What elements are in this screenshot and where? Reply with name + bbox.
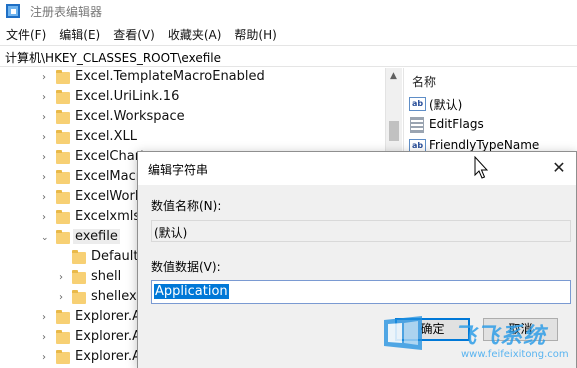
tree-item-label: shell: [91, 269, 122, 284]
chevron-right-icon[interactable]: ›: [42, 72, 50, 84]
address-bar[interactable]: 计算机\HKEY_CLASSES_ROOT\exefile: [0, 45, 577, 67]
binary-value-icon: [410, 117, 424, 133]
scroll-up-arrow-icon[interactable]: ▲: [390, 71, 397, 81]
tree-item-label: Excel.Workspace: [75, 109, 185, 124]
chevron-right-icon[interactable]: ›: [42, 152, 50, 164]
mouse-cursor-icon: [474, 156, 488, 179]
chevron-right-icon[interactable]: ›: [42, 212, 50, 224]
chevron-right-icon[interactable]: ›: [42, 352, 50, 364]
menu-edit[interactable]: 编辑(E): [59, 24, 100, 44]
window-title: 注册表编辑器: [30, 5, 103, 19]
selected-text[interactable]: Application: [154, 284, 229, 299]
tree-item-label: shellex: [91, 289, 137, 304]
value-name-field: (默认): [151, 220, 571, 242]
menu-bar: 文件(F) 编辑(E) 查看(V) 收藏夹(A) 帮助(H): [0, 24, 577, 44]
folder-icon: [56, 170, 70, 184]
menu-help[interactable]: 帮助(H): [234, 24, 276, 44]
watermark-url: www.feifeixitong.com: [461, 349, 569, 360]
string-value-icon: ab: [409, 97, 426, 111]
chevron-down-icon[interactable]: ⌄: [41, 232, 49, 244]
folder-icon: [72, 250, 86, 264]
folder-icon: [56, 70, 70, 84]
dialog-title-bar[interactable]: 编辑字符串 ✕: [138, 152, 576, 185]
watermark-text: 飞飞系统: [454, 324, 547, 349]
tree-item-label: exefile: [73, 229, 120, 244]
chevron-right-icon[interactable]: ›: [42, 312, 50, 324]
close-icon[interactable]: ✕: [548, 157, 570, 179]
folder-icon: [56, 210, 70, 224]
value-data-label: 数值数据(V):: [151, 260, 221, 274]
chevron-right-icon[interactable]: ›: [42, 332, 50, 344]
regedit-app-icon: [6, 4, 20, 18]
folder-icon: [56, 310, 70, 324]
chevron-right-icon[interactable]: ›: [42, 132, 50, 144]
folder-icon: [56, 130, 70, 144]
folder-icon: [56, 150, 70, 164]
address-path[interactable]: 计算机\HKEY_CLASSES_ROOT\exefile: [5, 49, 221, 66]
chevron-right-icon[interactable]: ›: [59, 272, 67, 284]
menu-favorites[interactable]: 收藏夹(A): [168, 24, 222, 44]
column-header-name[interactable]: 名称: [412, 73, 436, 90]
value-name: EditFlags: [429, 117, 484, 131]
folder-open-icon: [56, 230, 70, 244]
value-name-label: 数值名称(N):: [151, 199, 222, 213]
title-bar: 注册表编辑器: [0, 0, 577, 22]
folder-icon: [56, 190, 70, 204]
folder-icon: [56, 90, 70, 104]
menu-view[interactable]: 查看(V): [113, 24, 155, 44]
tree-item-label: Excel.UriLink.16: [75, 89, 180, 104]
chevron-right-icon[interactable]: ›: [59, 292, 67, 304]
folder-icon: [72, 290, 86, 304]
chevron-right-icon[interactable]: ›: [42, 112, 50, 124]
folder-icon: [56, 110, 70, 124]
value-name: (默认): [429, 98, 463, 112]
folder-icon: [72, 270, 86, 284]
scrollbar-thumb[interactable]: [389, 121, 399, 141]
tree-item-label: Excel.XLL: [75, 129, 137, 144]
folder-icon: [56, 350, 70, 364]
folder-icon: [56, 330, 70, 344]
value-data-input[interactable]: Application: [151, 280, 571, 304]
chevron-right-icon[interactable]: ›: [42, 92, 50, 104]
watermark-logo-icon: [384, 316, 422, 350]
tree-item-label: Excel.TemplateMacroEnabled: [75, 69, 265, 84]
dialog-title: 编辑字符串: [148, 163, 209, 177]
tree-item-label: ExcelChart: [75, 149, 146, 164]
chevron-right-icon[interactable]: ›: [42, 192, 50, 204]
menu-file[interactable]: 文件(F): [6, 24, 46, 44]
value-name: FriendlyTypeName: [429, 138, 540, 152]
chevron-right-icon[interactable]: ›: [42, 172, 50, 184]
